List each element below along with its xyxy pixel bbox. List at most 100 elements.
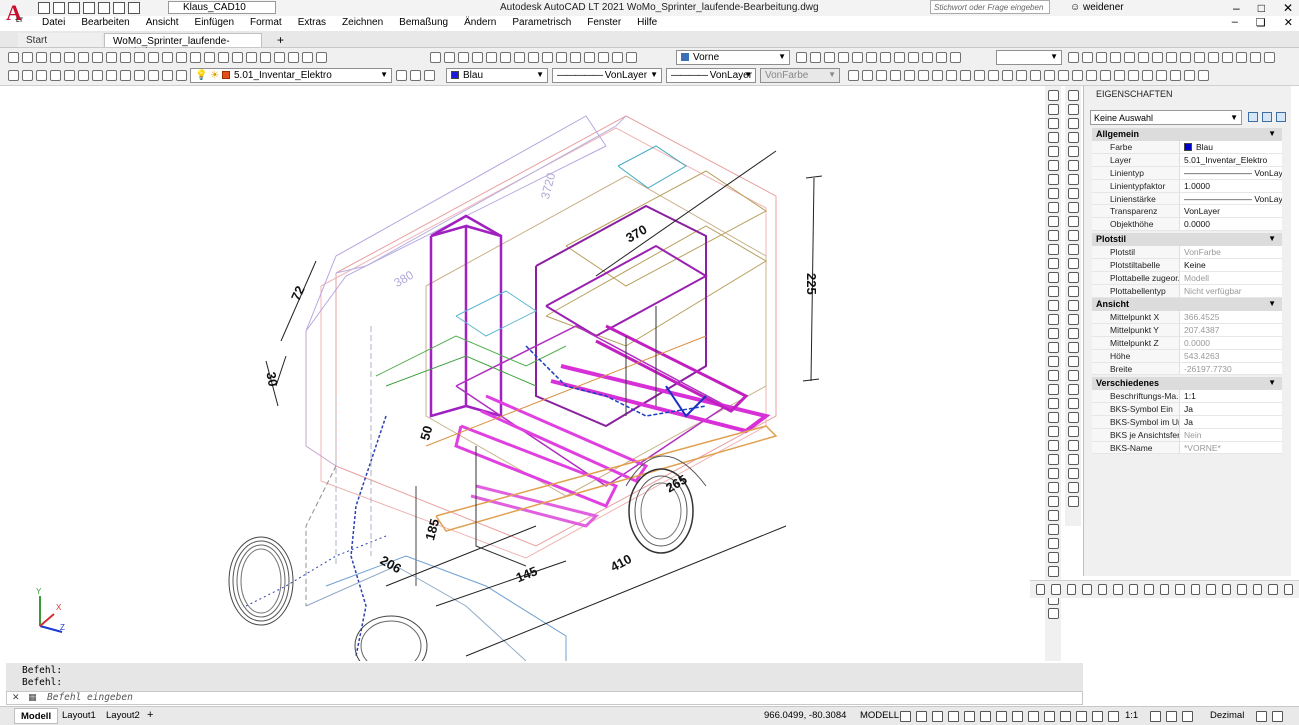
selection-select[interactable]: Keine Auswahl ▼ <box>1090 110 1242 125</box>
snap-intersection-icon[interactable] <box>904 70 915 81</box>
explode-icon[interactable] <box>1067 314 1079 325</box>
property-row[interactable]: Mittelpunkt X 366.4525 <box>1092 311 1282 324</box>
array-h-icon[interactable] <box>1283 584 1293 595</box>
section-header[interactable]: Verschiedenes ▼ <box>1092 377 1282 390</box>
publish-icon[interactable] <box>78 52 89 63</box>
zoom-previous-icon[interactable] <box>218 52 229 63</box>
center-mark-icon[interactable] <box>1047 426 1059 437</box>
line-h-icon[interactable] <box>1051 584 1061 595</box>
spline-icon[interactable] <box>1047 202 1059 213</box>
layer-freeze-icon[interactable] <box>64 70 75 81</box>
tab-start[interactable]: Start <box>18 33 102 47</box>
circle-h-icon[interactable] <box>1113 584 1123 595</box>
zoom-scale-icon[interactable] <box>1138 52 1149 63</box>
user-account[interactable]: ☺ weidener <box>1070 2 1124 13</box>
property-row[interactable]: BKS je Ansichtsfen... Nein <box>1092 428 1282 442</box>
sheet-set-icon[interactable] <box>274 52 285 63</box>
color-select[interactable]: Blau ▼ <box>446 68 548 83</box>
markup-icon[interactable] <box>288 52 299 63</box>
ucs-world-icon[interactable] <box>444 52 455 63</box>
view-select[interactable]: Vorne ▼ <box>676 50 790 65</box>
snap-perpendicular-icon[interactable] <box>988 70 999 81</box>
drawing-canvas[interactable]: 225 370 72 30 265 410 145 206 185 50 372… <box>6 86 1042 661</box>
mirror-icon[interactable] <box>1067 118 1079 129</box>
property-value[interactable]: -26197.7730 <box>1180 363 1282 375</box>
help-search-input[interactable]: Stichwort oder Frage eingeben <box>930 0 1050 14</box>
layer-select[interactable]: 💡 ☀ 5.01_Inventar_Elektro ▼ <box>190 68 392 83</box>
select-objects-icon[interactable] <box>1262 112 1272 122</box>
linetype-select[interactable]: ————— VonLayer ▼ <box>552 68 662 83</box>
coordinates-readout[interactable]: 966.0499, -80.3084 <box>764 710 846 721</box>
jogged-dim-icon[interactable] <box>1067 398 1079 409</box>
rect-h-icon[interactable] <box>1082 584 1092 595</box>
property-value[interactable]: Keine <box>1180 259 1282 271</box>
ordinate-icon[interactable] <box>1067 370 1079 381</box>
scale-icon[interactable] <box>1047 510 1059 521</box>
workspace-select[interactable]: Klaus_CAD10 <box>168 1 276 14</box>
ucs-icon[interactable] <box>430 52 441 63</box>
quick-properties-icon[interactable] <box>1256 711 1267 722</box>
cut-icon[interactable] <box>92 52 103 63</box>
menu-einfuegen[interactable]: Einfügen <box>187 16 242 30</box>
property-value[interactable]: 207.4387 <box>1180 324 1282 336</box>
revision-cloud-icon[interactable] <box>1047 188 1059 199</box>
property-row[interactable]: BKS-Name *VORNE* <box>1092 441 1282 455</box>
box-h-icon[interactable] <box>1128 584 1139 595</box>
autocad-logo[interactable]: A LT <box>6 0 28 30</box>
layer-prev-icon[interactable] <box>1194 52 1205 63</box>
rotate-h-icon[interactable] <box>1237 584 1247 595</box>
dim-ordinate-icon[interactable] <box>1128 70 1139 81</box>
table-icon[interactable] <box>1047 328 1059 339</box>
dim-break-icon[interactable] <box>1067 496 1079 507</box>
property-row[interactable]: Layer 5.01_Inventar_Elektro <box>1092 153 1282 167</box>
object-snap-tracking-icon[interactable] <box>1012 711 1023 722</box>
property-value[interactable]: Nein <box>1180 429 1282 441</box>
snap-from-icon[interactable] <box>862 70 873 81</box>
property-value[interactable]: Blau <box>1180 141 1282 153</box>
property-row[interactable]: Linienstärke ———————— VonLayer <box>1092 192 1282 206</box>
view-manager-icon[interactable] <box>1180 52 1191 63</box>
section-header[interactable]: Allgemein ▼ <box>1092 128 1282 141</box>
curve-h-icon[interactable] <box>1175 584 1185 595</box>
property-row[interactable]: Breite -26197.7730 <box>1092 362 1282 376</box>
circle-icon[interactable] <box>1047 174 1059 185</box>
property-value[interactable]: 366.4525 <box>1180 311 1282 323</box>
join-obj-icon[interactable] <box>1067 272 1079 283</box>
dim-aligned-icon[interactable] <box>1100 70 1111 81</box>
pan-icon[interactable] <box>176 52 187 63</box>
plotstyle-select[interactable]: VonFarbe ▼ <box>760 68 840 83</box>
doc-restore-icon[interactable]: ❏ <box>1256 16 1266 29</box>
annotation-visibility-icon[interactable] <box>1092 711 1103 722</box>
ucs-z-icon[interactable] <box>584 52 595 63</box>
hatch-icon[interactable] <box>1047 286 1059 297</box>
rotate-icon[interactable] <box>1047 496 1059 507</box>
plus-icon[interactable] <box>1166 711 1177 722</box>
property-row[interactable]: Höhe 543.4263 <box>1092 349 1282 363</box>
preview-icon[interactable] <box>64 52 75 63</box>
ortho-icon[interactable] <box>964 711 975 722</box>
snap-temp-icon[interactable] <box>848 70 859 81</box>
menu-hilfe[interactable]: Hilfe <box>629 16 665 30</box>
array-icon[interactable] <box>1067 146 1079 157</box>
collapse-chevron-icon[interactable]: ▼ <box>1268 299 1276 308</box>
property-row[interactable]: Objekthöhe 0.0000 <box>1092 218 1282 232</box>
ucs-face-icon[interactable] <box>472 52 483 63</box>
command-input[interactable]: Befehl eingeben <box>6 691 1083 705</box>
inspect-icon[interactable] <box>1047 440 1059 451</box>
dim-continue-icon[interactable] <box>1198 70 1209 81</box>
tab-document[interactable]: WoMo_Sprinter_laufende-Bearbeitung* ✕ <box>104 33 262 58</box>
dim-radius-icon[interactable] <box>1142 70 1153 81</box>
visual-style-icon[interactable] <box>1222 52 1233 63</box>
angular-icon[interactable] <box>1067 426 1079 437</box>
redo-tb-icon[interactable] <box>162 52 173 63</box>
render-icon[interactable] <box>1208 52 1219 63</box>
zoom-object-icon[interactable] <box>1166 52 1177 63</box>
copy-h-icon[interactable] <box>1268 584 1278 595</box>
property-value[interactable]: VonLayer <box>1180 205 1282 217</box>
dim-toolbar-icon[interactable] <box>1047 384 1059 395</box>
plot-icon[interactable] <box>50 52 61 63</box>
menu-fenster[interactable]: Fenster <box>579 16 629 30</box>
dim-linear-icon[interactable] <box>1086 70 1097 81</box>
break-point-icon[interactable] <box>1067 244 1079 255</box>
break-obj-icon[interactable] <box>1067 258 1079 269</box>
